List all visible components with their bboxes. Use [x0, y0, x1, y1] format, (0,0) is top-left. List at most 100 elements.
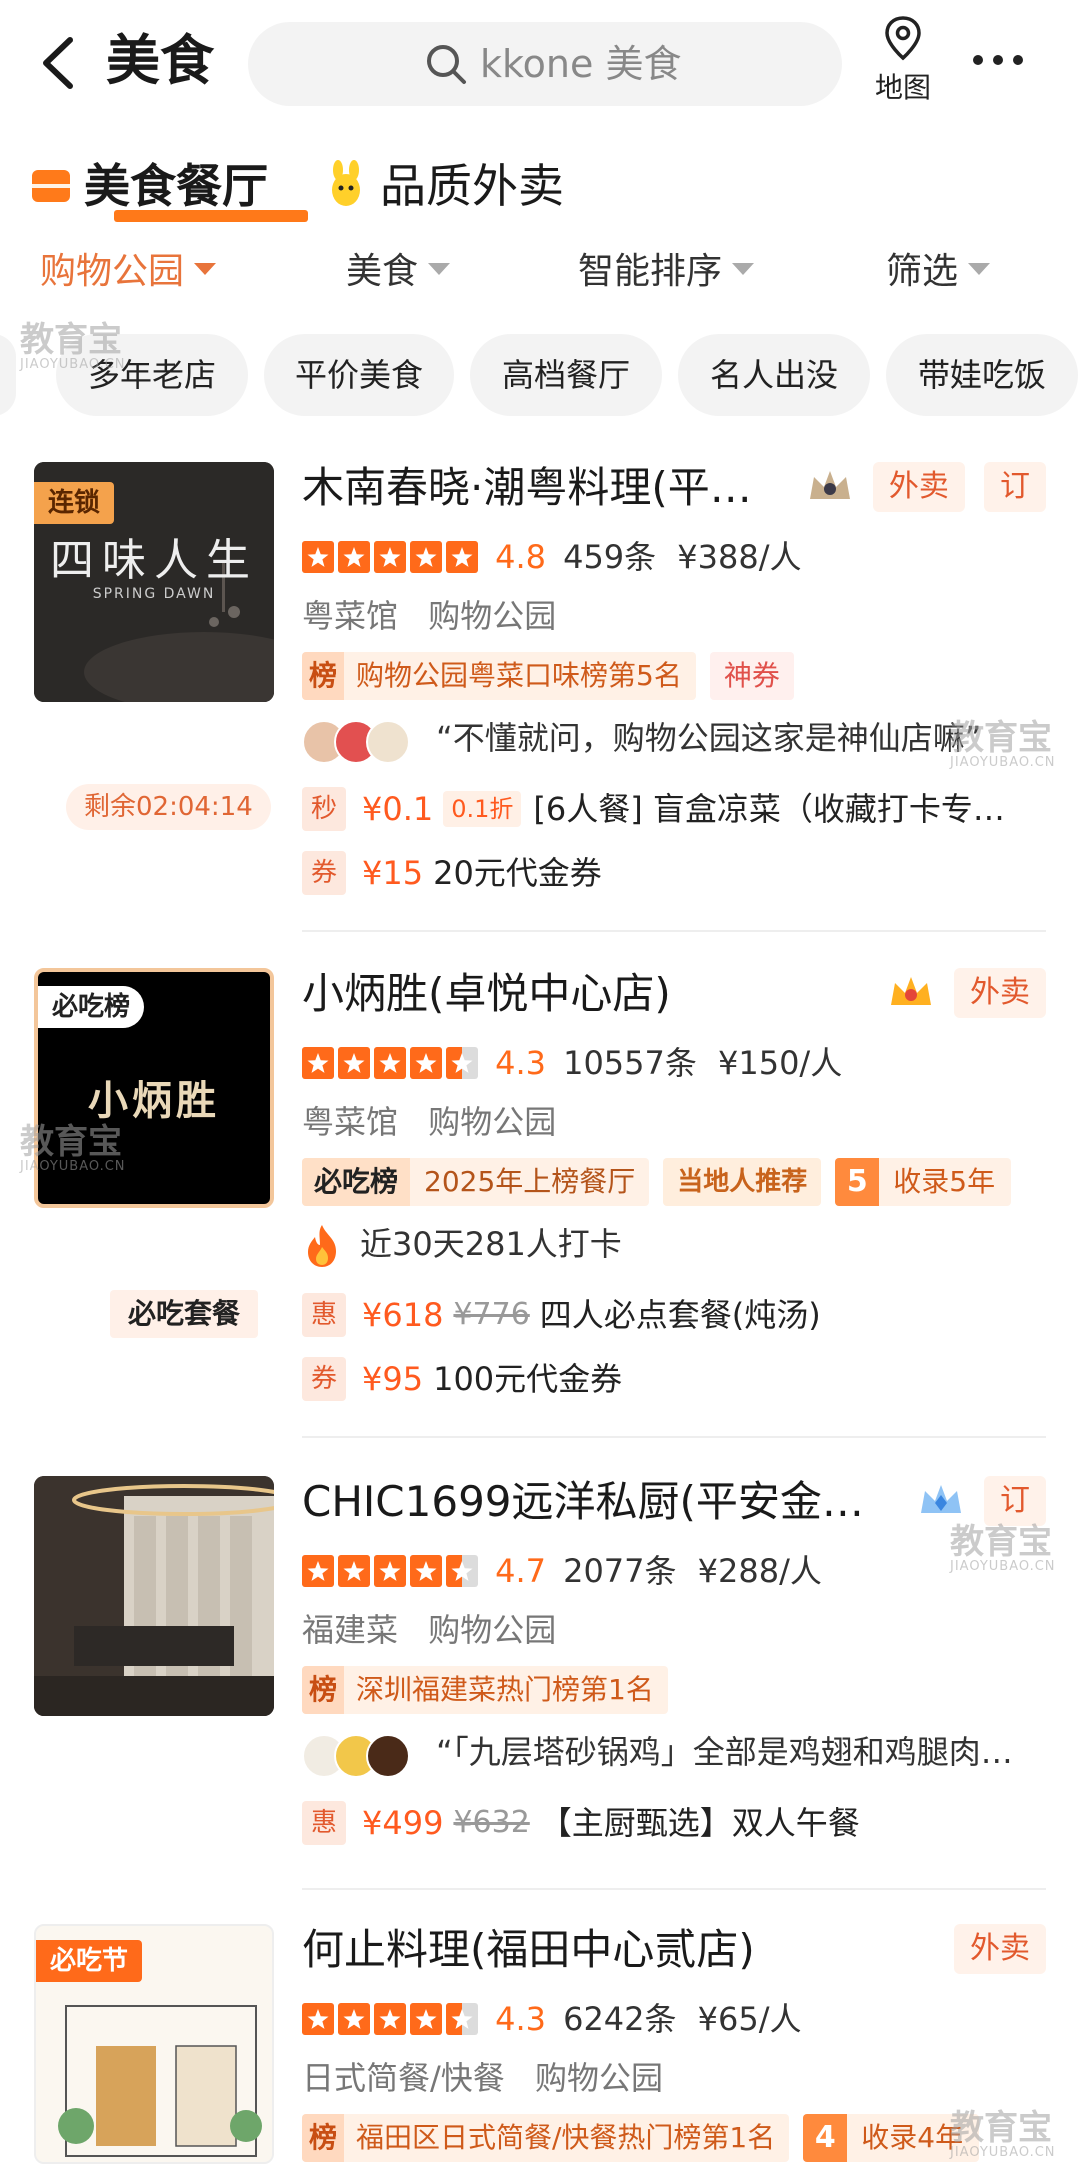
coupon-icon: 券	[302, 1357, 346, 1401]
must-eat-list-badge[interactable]: 必吃榜 2025年上榜餐厅	[302, 1158, 650, 1206]
star-rating	[302, 1046, 478, 1079]
deal-price: ¥0.1	[362, 790, 434, 828]
restaurant-card[interactable]: 小炳胜 必吃榜 小炳胜(卓悦中心店) 外卖 4.3 10557条 ¥150/人 …	[0, 964, 1080, 1440]
coupon-tag[interactable]: 神券	[709, 652, 794, 700]
cuisine: 粤菜馆	[302, 597, 399, 635]
badge-row: 榜购物公园粤菜口味榜第5名 神券	[302, 652, 794, 700]
deal-price: ¥499	[362, 1804, 444, 1842]
rank-badge[interactable]: 榜福田区日式简餐/快餐热门榜第1名	[302, 2114, 790, 2162]
district: 购物公园	[428, 597, 557, 635]
rating-score: 4.3	[495, 1043, 546, 1082]
crown-icon	[920, 1485, 961, 1513]
original-price: ¥776	[453, 1297, 530, 1332]
rank-badge[interactable]: 榜深圳福建菜热门榜第1名	[302, 1666, 668, 1714]
deal-price: ¥95	[362, 1360, 424, 1398]
review-text: “「九层塔砂锅鸡」全部是鸡翅和鸡腿肉…	[436, 1733, 1013, 1771]
deal-price: ¥618	[362, 1296, 444, 1334]
deal-row[interactable]: 券 ¥95 100元代金券	[302, 1352, 622, 1402]
chip-family[interactable]: 带娃吃饭	[886, 334, 1078, 416]
collected-years-number: 4	[803, 2114, 848, 2162]
search-input[interactable]: kkone 美食	[248, 22, 842, 106]
review-snippet[interactable]: “不懂就问，购物公园这家是神仙店嘛”	[302, 712, 981, 764]
star-rating	[302, 1554, 478, 1587]
restaurant-card[interactable]: 连锁 四味人生 SPRING DAWN 木南春晓·潮粤料理(平… 外卖 订 4.…	[0, 458, 1080, 934]
category-row: 粤菜馆 购物公园	[302, 592, 576, 640]
tab-food-restaurant[interactable]: 美食餐厅	[30, 150, 308, 230]
deal-row[interactable]: 惠 ¥499 ¥632 【主厨甄选】双人午餐	[302, 1796, 860, 1846]
restaurant-icon	[32, 170, 70, 202]
restaurant-card[interactable]: 必吃节 何止料理(福田中心贰店) 外卖 4.3 6242条 ¥65/人 日式简餐…	[0, 1920, 1080, 2182]
search-placeholder: kkone 美食	[480, 42, 682, 86]
checkin-row: 近30天281人打卡	[302, 1218, 622, 1270]
service-tags: 订	[917, 1476, 1046, 1528]
avatar	[366, 1734, 410, 1778]
delivery-tag[interactable]: 外卖	[872, 462, 965, 512]
deal-text: 【主厨甄选】双人午餐	[539, 1804, 860, 1842]
review-count: 10557条	[563, 1043, 697, 1082]
back-arrow-icon[interactable]	[34, 28, 84, 98]
restaurant-name[interactable]: CHIC1699远洋私厨(平安金…	[302, 1472, 864, 1532]
search-icon	[427, 45, 466, 84]
checkin-text: 近30天281人打卡	[360, 1225, 622, 1263]
review-snippet[interactable]: “「九层塔砂锅鸡」全部是鸡翅和鸡腿肉…	[302, 1726, 1013, 1778]
filter-sort-dropdown[interactable]: 智能排序	[578, 242, 755, 302]
deal-row[interactable]: 券 ¥15 20元代金券	[302, 846, 602, 896]
service-tags: 外卖	[887, 968, 1046, 1020]
filter-label: 美食	[346, 251, 419, 292]
star-rating	[302, 2002, 478, 2035]
filter-label: 购物公园	[40, 251, 185, 292]
chip-partial[interactable]	[0, 334, 16, 416]
quick-filter-chips: 多年老店 平价美食 高档餐厅 名人出没 带娃吃饭	[0, 334, 1080, 416]
delivery-tag[interactable]: 外卖	[954, 968, 1046, 1018]
rating-row: 4.3 10557条 ¥150/人	[302, 1038, 858, 1086]
chevron-down-icon	[732, 263, 755, 275]
delivery-tag[interactable]: 外卖	[954, 1924, 1046, 1974]
category-row: 粤菜馆 购物公园	[302, 1098, 576, 1146]
collected-years-badge: 5 收录5年	[835, 1158, 1012, 1206]
review-text: “不懂就问，购物公园这家是神仙店嘛”	[436, 719, 982, 757]
district: 购物公园	[534, 2059, 663, 2097]
restaurant-name[interactable]: 何止料理(福田中心贰店)	[302, 1920, 755, 1980]
review-count: 2077条	[563, 1551, 677, 1590]
rank-badge[interactable]: 榜购物公园粤菜口味榜第5名	[302, 652, 696, 700]
reserve-tag[interactable]: 订	[984, 462, 1046, 512]
restaurant-card[interactable]: CHIC1699远洋私厨(平安金… 订 4.7 2077条 ¥288/人 福建菜…	[0, 1472, 1080, 1890]
must-eat-text: 2025年上榜餐厅	[424, 1165, 636, 1198]
price-per-person: ¥150/人	[717, 1043, 843, 1082]
coupon-icon: 券	[302, 851, 346, 895]
more-icon[interactable]	[968, 38, 1028, 82]
restaurant-name[interactable]: 小炳胜(卓悦中心店)	[302, 964, 671, 1024]
must-eat-badge: 必吃榜	[38, 986, 145, 1028]
watermark: 教育宝 JIAOYUBAO.CN	[20, 320, 126, 372]
original-price: ¥632	[453, 1805, 530, 1840]
chip-celebrity[interactable]: 名人出没	[678, 334, 870, 416]
deal-row[interactable]: 惠 ¥618 ¥776 四人必点套餐(炖汤)	[302, 1288, 821, 1338]
deal-text: 四人必点套餐(炖汤)	[539, 1296, 821, 1334]
restaurant-photo: 必吃节	[34, 1924, 274, 2164]
tab-quality-delivery[interactable]: 品质外卖	[326, 150, 586, 230]
chip-affordable[interactable]: 平价美食	[264, 334, 454, 416]
filter-more-dropdown[interactable]: 筛选	[886, 242, 991, 302]
deal-row[interactable]: 秒 ¥0.1 0.1折 [6人餐] 盲盒凉菜（收藏打卡专…	[302, 782, 1005, 832]
map-button[interactable]: 地图	[868, 14, 938, 104]
discount-badge: 0.1折	[443, 791, 522, 827]
chip-upscale[interactable]: 高档餐厅	[470, 334, 662, 416]
rank-text: 福田区日式简餐/快餐热门榜第1名	[356, 2121, 776, 2154]
tab-label: 美食餐厅	[84, 159, 268, 213]
deal-text: [6人餐] 盲盒凉菜（收藏打卡专…	[533, 790, 1005, 828]
collected-years-text: 收录4年	[861, 2121, 964, 2154]
tab-label: 品质外卖	[380, 159, 564, 213]
reserve-tag[interactable]: 订	[984, 1476, 1046, 1526]
restaurant-name[interactable]: 木南春晓·潮粤料理(平…	[302, 458, 752, 518]
flash-sale-icon: 秒	[302, 787, 346, 831]
restaurant-photo: 连锁 四味人生 SPRING DAWN	[34, 462, 274, 702]
collected-years-number: 5	[835, 1158, 880, 1206]
chevron-down-icon	[194, 263, 217, 275]
reviewer-avatars	[302, 1728, 410, 1780]
filter-cuisine-dropdown[interactable]: 美食	[346, 242, 451, 302]
divider	[302, 1888, 1046, 1890]
category-row: 福建菜 购物公园	[302, 1606, 576, 1654]
photo-sign-title: 四味人生	[50, 535, 258, 586]
fire-icon	[308, 1225, 336, 1267]
filter-location-dropdown[interactable]: 购物公园	[40, 242, 217, 302]
